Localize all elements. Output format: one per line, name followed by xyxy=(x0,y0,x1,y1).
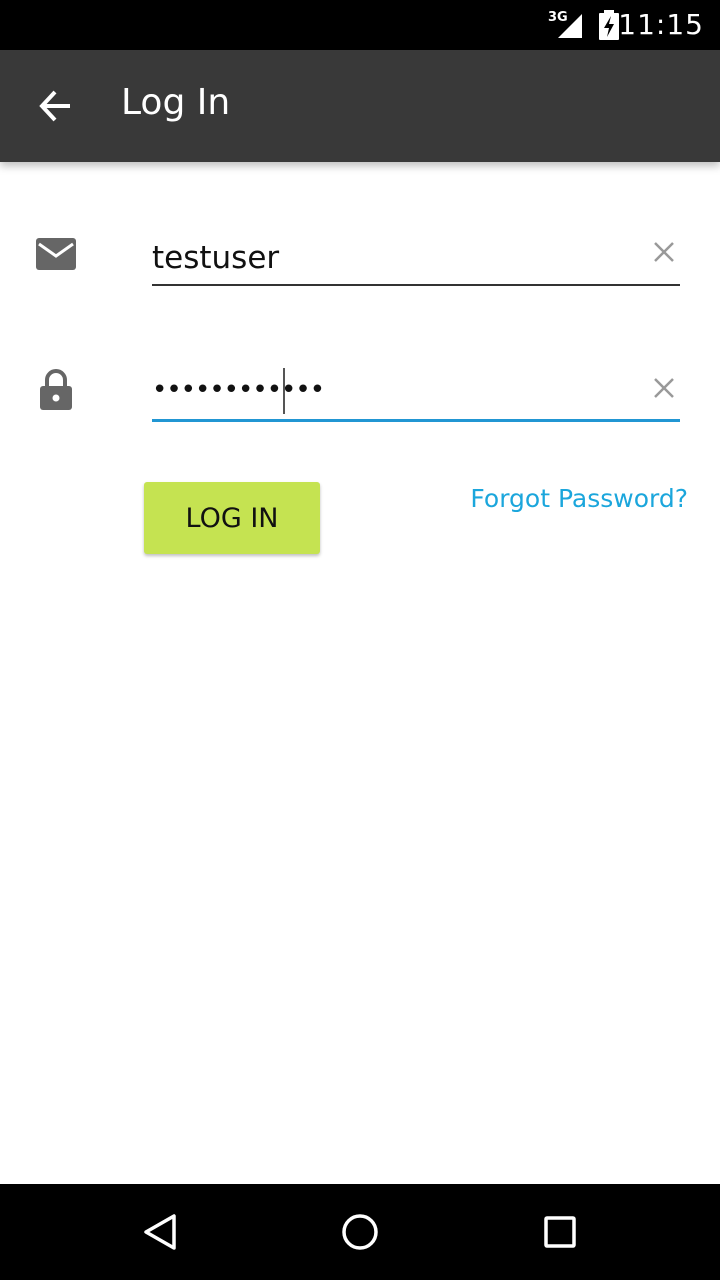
username-field[interactable] xyxy=(152,226,680,286)
login-button[interactable]: LOG IN xyxy=(144,482,320,554)
mail-icon xyxy=(34,232,78,276)
signal-icon xyxy=(558,14,582,38)
forgot-password-link[interactable]: Forgot Password? xyxy=(470,484,688,513)
login-screen: 3G 11:15 Log In testuser •••••••••••• LO… xyxy=(0,0,720,1280)
clear-password-button[interactable] xyxy=(652,376,676,400)
nav-recents-button[interactable] xyxy=(536,1208,584,1256)
navigation-bar xyxy=(0,1184,720,1280)
clear-username-button[interactable] xyxy=(652,240,676,264)
text-cursor xyxy=(283,368,285,414)
circle-home-icon xyxy=(342,1214,378,1250)
status-bar: 3G 11:15 xyxy=(0,0,720,50)
page-title: Log In xyxy=(121,82,231,123)
close-icon xyxy=(654,378,674,398)
clock: 11:15 xyxy=(618,8,704,41)
lock-icon xyxy=(34,368,78,412)
app-bar: Log In xyxy=(0,50,720,162)
username-input[interactable] xyxy=(152,236,632,280)
close-icon xyxy=(654,242,674,262)
triangle-back-icon xyxy=(144,1214,176,1250)
back-button[interactable] xyxy=(28,78,84,134)
arrow-left-icon xyxy=(39,90,70,122)
password-input[interactable]: •••••••••••• xyxy=(152,368,632,412)
nav-back-button[interactable] xyxy=(136,1208,184,1256)
square-recents-icon xyxy=(544,1216,576,1248)
password-field[interactable]: •••••••••••• xyxy=(152,362,680,422)
nav-home-button[interactable] xyxy=(336,1208,384,1256)
battery-charging-icon xyxy=(599,10,619,40)
